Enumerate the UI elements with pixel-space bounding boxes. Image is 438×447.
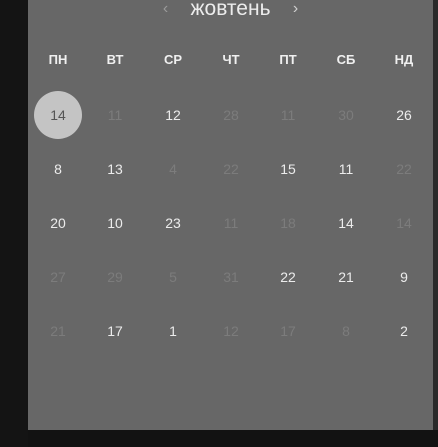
day-cell[interactable]: 5	[149, 253, 197, 301]
day-cell[interactable]: 8	[322, 307, 370, 355]
day-cell[interactable]: 11	[91, 91, 139, 139]
day-cell[interactable]: 11	[264, 91, 312, 139]
day-cell[interactable]: 13	[91, 145, 139, 193]
day-cell[interactable]: 27	[34, 253, 82, 301]
day-cell[interactable]: 12	[149, 91, 197, 139]
day-cell[interactable]: 17	[264, 307, 312, 355]
day-cell[interactable]: 21	[322, 253, 370, 301]
day-cell[interactable]: 11	[207, 199, 255, 247]
day-cell[interactable]: 22	[264, 253, 312, 301]
day-cell[interactable]: 18	[264, 199, 312, 247]
day-cell[interactable]: 11	[322, 145, 370, 193]
day-cell[interactable]: 10	[91, 199, 139, 247]
day-cell[interactable]: 22	[207, 145, 255, 193]
day-cell[interactable]: 22	[380, 145, 428, 193]
day-cell[interactable]: 28	[207, 91, 255, 139]
day-cell[interactable]: 14	[380, 199, 428, 247]
right-edge	[433, 0, 438, 430]
day-cell[interactable]: 26	[380, 91, 428, 139]
day-cell-selected[interactable]: 14	[34, 91, 82, 139]
day-cell[interactable]: 15	[264, 145, 312, 193]
day-cell[interactable]: 21	[34, 307, 82, 355]
day-cell[interactable]: 8	[34, 145, 82, 193]
day-cell[interactable]: 9	[380, 253, 428, 301]
day-cell[interactable]: 14	[322, 199, 370, 247]
day-cell[interactable]: 12	[207, 307, 255, 355]
calendar-panel: ‹ жовтень › ПН ВТ СР ЧТ ПТ СБ НД 14 11 12 2…	[28, 0, 433, 430]
day-cell[interactable]: 29	[91, 253, 139, 301]
day-cell[interactable]: 30	[322, 91, 370, 139]
day-cell[interactable]: 2	[380, 307, 428, 355]
day-cell[interactable]: 1	[149, 307, 197, 355]
day-cell[interactable]: 17	[91, 307, 139, 355]
day-cell[interactable]: 4	[149, 145, 197, 193]
day-grid: 14 11 12 28 11 30 26 8 13 4 22 15 11 22 20 10 23 11 18 14 14…	[28, 0, 433, 430]
bottom-bar	[28, 430, 438, 447]
day-cell[interactable]: 23	[149, 199, 197, 247]
left-shadow-strip	[0, 0, 28, 447]
day-cell[interactable]: 20	[34, 199, 82, 247]
day-cell[interactable]: 31	[207, 253, 255, 301]
